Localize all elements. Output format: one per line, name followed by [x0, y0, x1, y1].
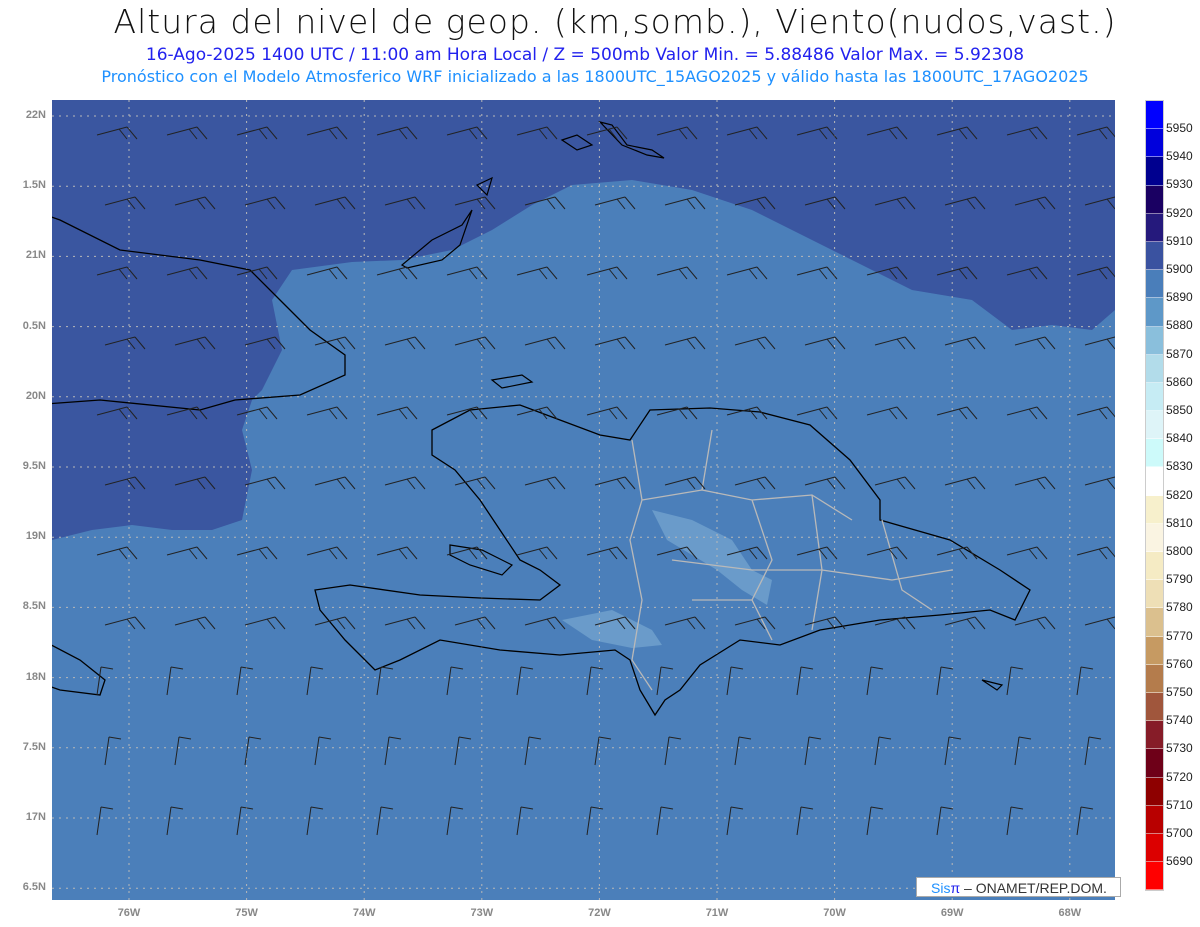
colorbar-swatch — [1146, 495, 1163, 524]
lat-label: 0.5N — [22, 319, 46, 332]
colorbar-label: 5860 — [1166, 374, 1193, 389]
lat-label: 22N — [25, 109, 46, 121]
credit-text: – ONAMET/REP.DOM. — [960, 880, 1107, 896]
colorbar-label: 5800 — [1166, 544, 1193, 558]
colorbar-swatch — [1146, 636, 1163, 665]
colorbar-label: 5780 — [1166, 600, 1193, 615]
lon-label: 72W — [588, 907, 611, 919]
lat-label: 21N — [25, 249, 46, 262]
lon-label: 73W — [470, 907, 494, 919]
lon-label: 75W — [235, 907, 258, 919]
colorbar-label: 5880 — [1166, 318, 1193, 333]
colorbar-swatch — [1146, 326, 1163, 355]
colorbar-label: 5910 — [1166, 233, 1193, 248]
colorbar-label: 5840 — [1166, 431, 1193, 446]
colorbar-swatch — [1146, 101, 1163, 130]
colorbar-label: 5690 — [1166, 854, 1193, 869]
colorbar-swatch — [1146, 411, 1163, 440]
colorbar-swatch — [1146, 721, 1163, 750]
colorbar-label: 5740 — [1166, 713, 1193, 728]
colorbar-label: 5850 — [1166, 403, 1193, 417]
colorbar-swatch — [1146, 241, 1163, 271]
colorbar-swatch — [1146, 270, 1163, 299]
colorbar-label: 5750 — [1166, 685, 1193, 699]
lat-label: 19N — [25, 530, 46, 543]
lat-label: 1.5N — [22, 179, 46, 192]
colorbar-swatch — [1146, 523, 1163, 552]
credit-box: Sisπ – ONAMET/REP.DOM. — [916, 877, 1121, 897]
colorbar-label: 5700 — [1166, 826, 1193, 840]
colorbar-swatch — [1146, 354, 1163, 383]
colorbar-swatch — [1146, 552, 1163, 581]
lon-label: 74W — [352, 907, 376, 919]
colorbar-swatch — [1146, 862, 1163, 891]
colorbar-label: 5820 — [1166, 487, 1193, 502]
colorbar-label: 5730 — [1166, 741, 1193, 756]
lon-label: 71W — [705, 907, 729, 919]
colorbar-label: 5930 — [1166, 177, 1193, 192]
colorbar-label: 5720 — [1166, 769, 1193, 784]
colorbar-swatch — [1146, 129, 1163, 158]
colorbar-swatch — [1146, 580, 1163, 609]
colorbar-swatch — [1146, 157, 1163, 186]
lat-label: 18N — [25, 670, 46, 683]
colorbar-label: 5940 — [1166, 149, 1193, 164]
lat-label: 6.5N — [22, 881, 46, 894]
colorbar-swatch — [1146, 749, 1163, 778]
colorbar-label: 5900 — [1166, 262, 1193, 276]
geopotential-map — [52, 100, 1115, 900]
map-title: Altura del nivel de geop. (km,somb.), Vi… — [113, 2, 1117, 41]
colorbar-label: 5790 — [1166, 572, 1193, 587]
map-subtitle: 16-Ago-2025 1400 UTC / 11:00 am Hora Loc… — [145, 45, 1025, 65]
lon-label: 76W — [117, 907, 141, 919]
colorbar-swatch — [1146, 185, 1163, 214]
colorbar-swatch — [1146, 439, 1163, 468]
lat-label: 7.5N — [22, 740, 46, 753]
colorbar-swatch — [1146, 298, 1163, 327]
colorbar-swatch — [1146, 467, 1163, 496]
colorbar-label: 5830 — [1166, 459, 1193, 474]
colorbar-label: 5890 — [1166, 290, 1193, 305]
lat-label: 20N — [25, 389, 46, 402]
lat-label: 8.5N — [22, 600, 46, 613]
lon-label: 70W — [823, 907, 846, 919]
colorbar-swatch — [1146, 833, 1163, 863]
colorbar-label: 5810 — [1166, 515, 1193, 530]
colorbar-swatch — [1146, 692, 1163, 722]
lat-label: 17N — [25, 811, 46, 823]
lon-label: 69W — [940, 907, 964, 919]
lon-label: 68W — [1058, 907, 1082, 919]
colorbar-label: 5950 — [1166, 121, 1193, 135]
colorbar — [1145, 100, 1164, 892]
colorbar-label: 5760 — [1166, 656, 1193, 671]
colorbar-label: 5920 — [1166, 205, 1193, 220]
model-info-line: Pronóstico con el Modelo Atmosferico WRF… — [101, 67, 1089, 86]
colorbar-swatch — [1146, 777, 1163, 806]
colorbar-label: 5770 — [1166, 628, 1193, 643]
colorbar-swatch — [1146, 213, 1163, 242]
colorbar-label: 5870 — [1166, 346, 1193, 361]
credit-sis: Sis — [931, 880, 951, 896]
colorbar-swatch — [1146, 608, 1163, 637]
credit-pi-logo: π — [950, 880, 961, 896]
colorbar-swatch — [1146, 805, 1163, 834]
colorbar-label: 5710 — [1166, 797, 1193, 812]
lat-label: 9.5N — [22, 460, 46, 472]
colorbar-swatch — [1146, 664, 1163, 693]
colorbar-swatch — [1146, 382, 1163, 412]
